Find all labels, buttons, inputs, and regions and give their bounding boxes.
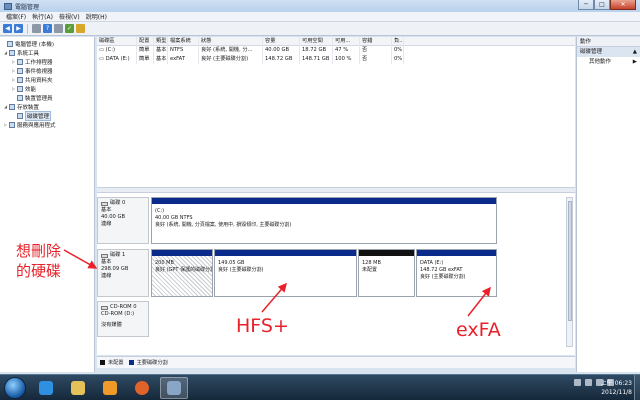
- folder-icon: [71, 381, 85, 395]
- start-button[interactable]: [4, 377, 26, 399]
- clock[interactable]: 上午 06:23 2012/11/8: [578, 379, 632, 397]
- taskbar-ie[interactable]: [32, 377, 60, 399]
- taskbar-explorer[interactable]: [64, 377, 92, 399]
- internet-explorer-icon: [39, 381, 53, 395]
- clock-time: 上午 06:23: [600, 380, 632, 387]
- clock-date: 2012/11/8: [601, 389, 632, 396]
- media-player-icon: [103, 381, 117, 395]
- taskbar-media-player[interactable]: [96, 377, 124, 399]
- computer-management-icon: [167, 381, 181, 395]
- show-desktop-button[interactable]: [634, 375, 640, 400]
- firefox-icon: [135, 381, 149, 395]
- annotation-arrows: [63, 249, 491, 317]
- arrow-to-hfs-partition: [261, 282, 287, 313]
- arrow-to-exfat-partition: [467, 286, 491, 317]
- taskbar-firefox[interactable]: [128, 377, 156, 399]
- taskbar-computer-management[interactable]: [160, 377, 188, 399]
- taskbar: 上午 06:23 2012/11/8: [0, 374, 640, 400]
- arrow-to-disk-1: [63, 249, 98, 269]
